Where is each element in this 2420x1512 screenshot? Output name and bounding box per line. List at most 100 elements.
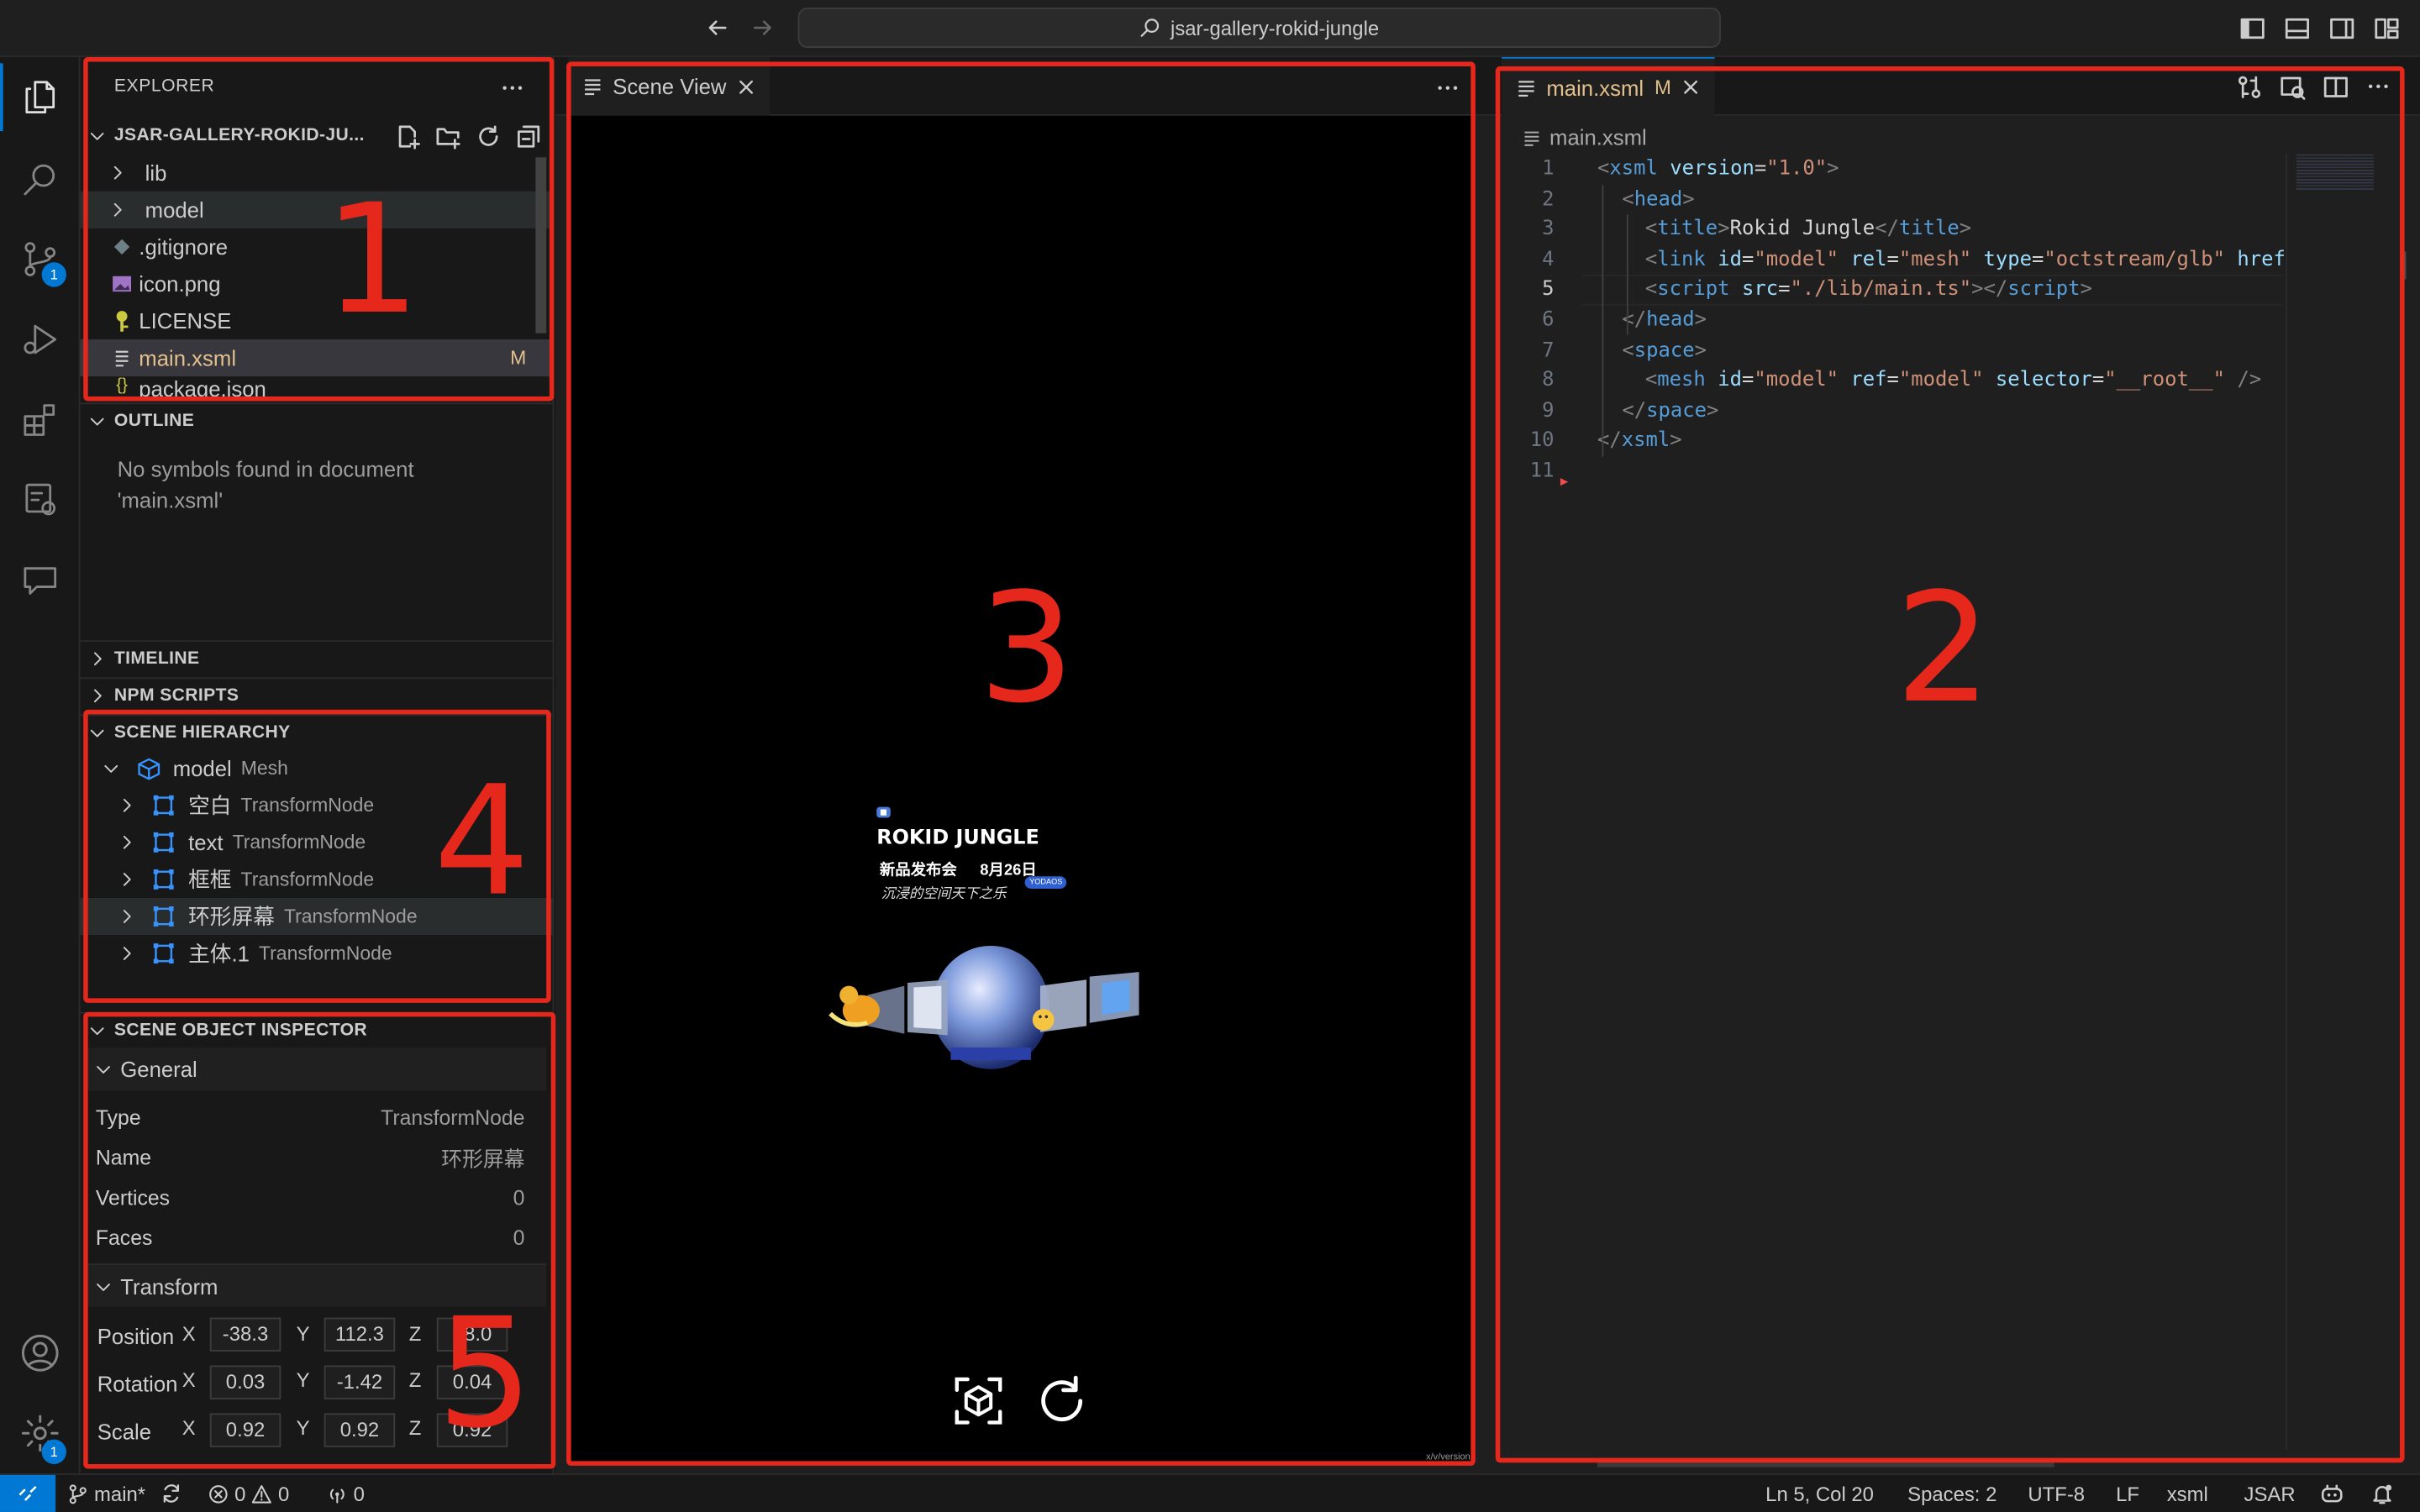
tree-item-main-xsml[interactable]: main.xsml M [80, 339, 553, 377]
command-center-search[interactable]: jsar-gallery-rokid-jungle [797, 8, 1721, 48]
rotation-y-input[interactable]: -1.42 [324, 1365, 396, 1399]
more-actions-icon[interactable] [500, 76, 524, 100]
line-number: 3 [1542, 218, 1555, 241]
toggle-secondary-sidebar-icon[interactable] [2329, 15, 2355, 41]
branch-status[interactable]: main* [68, 1475, 145, 1512]
ports-status[interactable]: 0 [327, 1475, 365, 1512]
image-file-icon [105, 275, 139, 293]
more-actions-icon[interactable] [2366, 74, 2391, 98]
status-bar: main* 0 0 0 Ln 5, Col 20 Spaces: 2 UTF-8… [0, 1473, 2420, 1512]
hierarchy-node[interactable]: text TransformNode [81, 824, 553, 861]
hierarchy-node-name: 空白 [188, 793, 232, 818]
timeline-header[interactable]: TIMELINE [80, 640, 553, 674]
general-section-header[interactable]: General [86, 1047, 547, 1091]
axis-y-label: Y [296, 1416, 310, 1440]
comments-icon[interactable] [0, 543, 81, 617]
forward-arrow-icon[interactable] [750, 15, 775, 39]
scene-tab-bar: Scene View [555, 56, 1490, 116]
line-number: 10 [1529, 429, 1555, 453]
inspector-key: Type [95, 1105, 141, 1129]
scale-y-input[interactable]: 0.92 [324, 1413, 396, 1447]
transform-label: Transform [120, 1273, 218, 1299]
split-editor-icon[interactable] [2323, 74, 2349, 100]
position-z-input[interactable]: 28.0 [436, 1317, 508, 1352]
tab-scene-view[interactable]: Scene View [567, 56, 770, 116]
cursor-position[interactable]: Ln 5, Col 20 [1765, 1475, 1874, 1512]
sync-icon[interactable] [160, 1475, 182, 1512]
axis-x-label: X [182, 1322, 196, 1346]
indentation-status[interactable]: Spaces: 2 [1907, 1475, 1996, 1512]
scale-z-input[interactable]: 0.92 [436, 1413, 508, 1447]
extensions-icon[interactable] [0, 383, 81, 457]
tree-item-model[interactable]: model [80, 191, 553, 228]
inspector-title: SCENE OBJECT INSPECTOR [113, 1020, 368, 1040]
eol-status[interactable]: LF [2116, 1475, 2139, 1512]
outline-header[interactable]: OUTLINE [80, 402, 553, 436]
collapse-all-icon[interactable] [515, 123, 541, 150]
tree-item-package-json[interactable]: {} package.json [81, 376, 553, 401]
close-icon[interactable] [1682, 79, 1699, 96]
new-folder-icon[interactable] [435, 123, 461, 150]
hierarchy-node[interactable]: 空白 TransformNode [81, 787, 553, 824]
horizontal-scrollbar[interactable] [1597, 1457, 2054, 1467]
reload-scene-icon[interactable] [1034, 1373, 1090, 1429]
encoding-status[interactable]: UTF-8 [2028, 1475, 2085, 1512]
tree-item-lib[interactable]: lib [81, 155, 553, 192]
open-changes-icon[interactable] [2236, 74, 2262, 100]
customize-layout-icon[interactable] [2374, 15, 2400, 41]
explorer-scrollbar[interactable] [535, 157, 547, 333]
hierarchy-root-model[interactable]: model Mesh [81, 750, 553, 787]
license-key-icon [105, 310, 139, 332]
close-icon[interactable] [737, 78, 754, 95]
toggle-primary-sidebar-icon[interactable] [2239, 15, 2265, 41]
minimap[interactable] [2286, 154, 2394, 1451]
hierarchy-node-name: model [172, 755, 232, 781]
tree-item-license[interactable]: LICENSE [81, 302, 553, 339]
refresh-icon[interactable] [476, 123, 502, 150]
settings-badge: 1 [41, 1439, 66, 1465]
notifications-bell-icon[interactable] [2370, 1475, 2394, 1512]
rotation-z-input[interactable]: 0.04 [436, 1365, 508, 1399]
account-icon[interactable] [0, 1316, 81, 1390]
settings-gear-icon[interactable]: 1 [0, 1396, 81, 1470]
position-x-input[interactable]: -38.3 [209, 1317, 281, 1352]
inspector-header[interactable]: SCENE OBJECT INSPECTOR [80, 1011, 553, 1046]
toggle-panel-icon[interactable] [2284, 15, 2310, 41]
inspector-value: TransformNode [381, 1105, 525, 1129]
title-bar: jsar-gallery-rokid-jungle [0, 0, 2420, 57]
new-file-icon[interactable] [395, 123, 421, 150]
hierarchy-node[interactable]: 框框 TransformNode [81, 861, 553, 898]
more-actions-icon[interactable] [1435, 76, 1460, 100]
focus-object-icon[interactable] [950, 1373, 1006, 1429]
transform-section-header[interactable]: Transform [86, 1263, 547, 1307]
hierarchy-node-selected[interactable]: 环形屏幕 TransformNode [80, 897, 553, 936]
position-y-input[interactable]: 112.3 [324, 1317, 396, 1352]
tab-main-xsml[interactable]: main.xsml M [1502, 56, 1715, 116]
modified-badge: M [510, 347, 527, 369]
search-icon[interactable] [0, 142, 81, 216]
scale-x-input[interactable]: 0.92 [209, 1413, 281, 1447]
copilot-icon[interactable] [2320, 1475, 2344, 1512]
back-arrow-icon[interactable] [705, 15, 729, 39]
hierarchy-node-type: TransformNode [283, 906, 418, 927]
breadcrumb[interactable]: main.xsml [1523, 122, 1647, 153]
problems-status[interactable]: 0 0 [208, 1475, 289, 1512]
open-preview-icon[interactable] [2280, 74, 2306, 100]
jsar-status[interactable]: JSAR [2244, 1475, 2296, 1512]
explorer-icon[interactable] [0, 60, 81, 134]
axis-z-label: Z [408, 1416, 422, 1440]
scene-hierarchy-header[interactable]: SCENE HIERARCHY [80, 714, 553, 748]
language-mode[interactable]: xsml [2167, 1475, 2208, 1512]
rotation-x-input[interactable]: 0.03 [209, 1365, 281, 1399]
scene-viewport[interactable]: ◼ ROKID JUNGLE 新品发布会 8月26日 沉浸的空间天下之乐 YOD… [567, 115, 1476, 1465]
run-debug-icon[interactable] [0, 302, 81, 376]
source-control-icon[interactable]: 1 [0, 222, 81, 296]
npm-scripts-header[interactable]: NPM SCRIPTS [80, 677, 553, 711]
remote-explorer-icon[interactable] [0, 463, 81, 537]
tree-item-gitignore[interactable]: .gitignore [81, 228, 553, 265]
tree-item-icon-png[interactable]: icon.png [81, 265, 553, 302]
hierarchy-node[interactable]: 主体.1 TransformNode [81, 935, 553, 972]
remote-indicator-icon[interactable] [0, 1474, 56, 1512]
code-area[interactable]: <xsml version="1.0"> <head> <title>Rokid… [1597, 155, 2286, 525]
inspector-key: Name [95, 1145, 152, 1169]
